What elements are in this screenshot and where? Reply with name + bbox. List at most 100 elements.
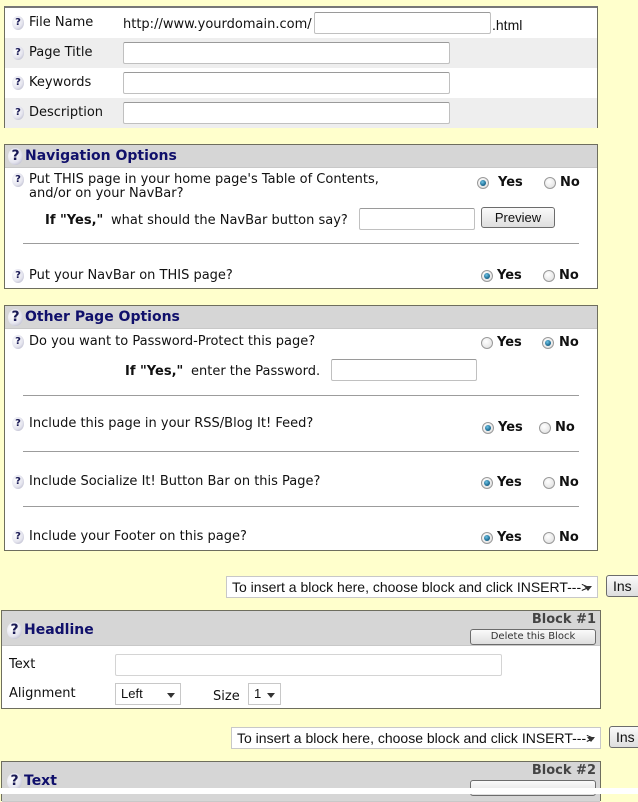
navbar-button-question: what should the NavBar button say? xyxy=(111,213,348,228)
insert-button[interactable]: Ins xyxy=(606,575,638,597)
text-block-header: ? Text Block #2 xyxy=(2,762,600,802)
rss-no-radio[interactable] xyxy=(539,422,551,434)
text-block-panel: ? Text Block #2 xyxy=(1,761,601,802)
socialize-question: Include Socialize It! Button Bar on this… xyxy=(29,474,321,489)
help-icon[interactable]: ? xyxy=(12,16,24,30)
toc-question-line1: Put THIS page in your home page's Table … xyxy=(29,172,379,187)
page-title-row: ? Page Title xyxy=(5,38,597,68)
page-title-label: Page Title xyxy=(29,45,93,60)
file-name-label: File Name xyxy=(29,15,94,30)
headline-text-input[interactable] xyxy=(115,654,502,676)
rss-yes-radio[interactable] xyxy=(482,422,494,434)
file-name-suffix: .html xyxy=(492,17,523,33)
help-icon[interactable]: ? xyxy=(12,417,24,431)
password-prompt: enter the Password. xyxy=(191,364,321,379)
help-icon[interactable]: ? xyxy=(12,269,24,283)
navbar-on-page-no-radio[interactable] xyxy=(543,270,555,282)
footer-no-radio[interactable] xyxy=(543,532,555,544)
alignment-select[interactable]: Left xyxy=(115,683,181,705)
keywords-row: ? Keywords xyxy=(5,68,597,98)
navbar-on-page-yes-label: Yes xyxy=(497,268,522,283)
description-label: Description xyxy=(29,105,104,120)
footer-question: Include your Footer on this page? xyxy=(29,529,247,544)
password-input[interactable] xyxy=(331,359,477,381)
insert-block-select-value: To insert a block here, choose block and… xyxy=(232,579,590,595)
rss-no-label: No xyxy=(555,420,575,435)
divider xyxy=(23,243,579,244)
file-name-prefix: http://www.yourdomain.com/ xyxy=(123,17,312,32)
help-icon[interactable]: ? xyxy=(12,46,24,60)
password-no-radio[interactable] xyxy=(542,337,554,349)
chevron-down-icon xyxy=(587,737,595,742)
help-icon[interactable]: ? xyxy=(12,335,24,349)
password-question: Do you want to Password-Protect this pag… xyxy=(29,334,316,349)
chevron-down-icon xyxy=(167,693,175,698)
alignment-label: Alignment xyxy=(9,686,76,701)
help-icon[interactable]: ? xyxy=(7,622,22,639)
insert-block-select[interactable]: To insert a block here, choose block and… xyxy=(231,727,601,749)
keywords-input[interactable] xyxy=(123,72,450,94)
socialize-no-radio[interactable] xyxy=(543,477,555,489)
help-icon[interactable]: ? xyxy=(8,309,23,326)
alignment-select-value: Left xyxy=(121,686,143,701)
navigation-options-panel: ? Navigation Options ? Put THIS page in … xyxy=(4,144,598,289)
block-number: Block #1 xyxy=(531,612,596,627)
help-icon[interactable]: ? xyxy=(12,475,24,489)
toc-yes-label: Yes xyxy=(498,175,523,190)
help-icon[interactable]: ? xyxy=(12,173,24,187)
if-yes-bold: If "Yes," xyxy=(125,364,184,379)
chevron-down-icon xyxy=(267,693,275,698)
headline-text-label: Text xyxy=(9,657,36,672)
socialize-yes-radio[interactable] xyxy=(481,477,493,489)
file-name-input[interactable] xyxy=(314,12,491,34)
help-icon[interactable]: ? xyxy=(8,148,23,165)
size-select-value: 1 xyxy=(254,686,262,701)
block-number: Block #2 xyxy=(531,763,596,778)
page-info-panel: ? File Name http://www.yourdomain.com/ .… xyxy=(4,6,598,128)
insert-block-select[interactable]: To insert a block here, choose block and… xyxy=(226,576,598,598)
toc-no-label: No xyxy=(560,175,580,190)
footer-yes-radio[interactable] xyxy=(481,532,493,544)
other-page-options-panel: ? Other Page Options ? Do you want to Pa… xyxy=(4,305,598,551)
navigation-options-title: Navigation Options xyxy=(25,148,177,164)
file-name-row: ? File Name http://www.yourdomain.com/ .… xyxy=(5,8,597,38)
divider xyxy=(23,395,579,396)
help-icon[interactable]: ? xyxy=(12,530,24,544)
navbar-on-page-yes-radio[interactable] xyxy=(481,270,493,282)
page-bottom-edge xyxy=(0,788,638,794)
password-yes-radio[interactable] xyxy=(481,337,493,349)
navbar-on-page-no-label: No xyxy=(559,268,579,283)
navbar-button-input[interactable] xyxy=(359,208,475,230)
footer-yes-label: Yes xyxy=(497,530,522,545)
toc-no-radio[interactable] xyxy=(544,177,556,189)
help-icon[interactable]: ? xyxy=(12,106,24,120)
headline-block-panel: ? Headline Block #1 Delete this Block Te… xyxy=(1,610,601,709)
socialize-no-label: No xyxy=(559,475,579,490)
password-no-label: No xyxy=(559,335,579,350)
size-select[interactable]: 1 xyxy=(248,683,281,705)
navigation-options-header: ? Navigation Options xyxy=(5,145,597,168)
text-block-title: Text xyxy=(24,773,57,789)
description-input[interactable] xyxy=(123,102,450,124)
other-page-options-header: ? Other Page Options xyxy=(5,306,597,329)
password-yes-label: Yes xyxy=(497,335,522,350)
if-yes-bold: If "Yes," xyxy=(45,213,104,228)
toc-question-line2: and/or on your NavBar? xyxy=(29,186,184,201)
keywords-label: Keywords xyxy=(29,75,92,90)
chevron-down-icon xyxy=(584,586,592,591)
divider xyxy=(23,506,579,507)
size-label: Size xyxy=(213,689,240,704)
socialize-yes-label: Yes xyxy=(497,475,522,490)
preview-button[interactable]: Preview xyxy=(481,207,555,228)
page-title-input[interactable] xyxy=(123,42,450,64)
other-page-options-title: Other Page Options xyxy=(25,309,180,325)
help-icon[interactable]: ? xyxy=(12,76,24,90)
footer-no-label: No xyxy=(559,530,579,545)
rss-question: Include this page in your RSS/Blog It! F… xyxy=(29,416,314,431)
toc-yes-radio[interactable] xyxy=(477,177,489,189)
description-row: ? Description xyxy=(5,98,597,128)
delete-block-button[interactable]: Delete this Block xyxy=(470,629,596,645)
insert-button[interactable]: Ins xyxy=(609,726,638,748)
insert-block-select-value: To insert a block here, choose block and… xyxy=(237,730,595,746)
headline-block-title: Headline xyxy=(24,622,94,638)
